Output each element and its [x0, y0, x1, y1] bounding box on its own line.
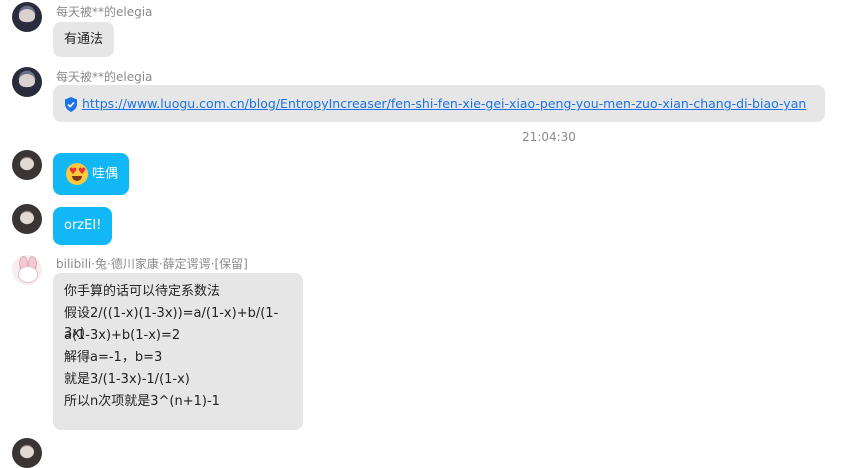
- blog-link[interactable]: https://www.luogu.com.cn/blog/EntropyInc…: [82, 96, 806, 111]
- message-bubble[interactable]: 有通法: [53, 22, 115, 57]
- message-line: a(1-3x)+b(1-x)=2: [64, 328, 181, 343]
- avatar-self[interactable]: [12, 204, 42, 234]
- sender-name: 每天被**的elegia: [56, 5, 153, 19]
- message-line: 所以n次项就是3^(n+1)-1: [64, 394, 220, 409]
- link-bubble[interactable]: https://www.luogu.com.cn/blog/EntropyInc…: [53, 85, 825, 122]
- timestamp: 21:04:30: [522, 130, 576, 144]
- message-text: orzEI!: [64, 218, 102, 233]
- message-bubble[interactable]: orzEI!: [53, 207, 113, 245]
- message-bubble[interactable]: 你手算的话可以待定系数法 假设2/((1-x)(1-3x))=a/(1-x)+b…: [53, 273, 303, 430]
- heart-eyes-emoji-icon: ♥ ♥: [66, 163, 88, 185]
- message-line: 就是3/(1-3x)-1/(1-x): [64, 372, 190, 387]
- avatar-elegia[interactable]: [12, 67, 42, 97]
- message-text: 有通法: [64, 32, 104, 47]
- message-line: 你手算的话可以待定系数法: [64, 284, 221, 299]
- message-line: 解得a=-1，b=3: [64, 350, 163, 365]
- avatar-bunny[interactable]: [12, 255, 42, 285]
- avatar-self[interactable]: [12, 150, 42, 180]
- shield-check-icon: [65, 97, 77, 112]
- message-line: 假设2/((1-x)(1-3x))=a/(1-x)+b/(1-3x): [64, 306, 279, 341]
- message-text: 哇偶: [92, 166, 119, 182]
- avatar-elegia[interactable]: [12, 2, 42, 32]
- sender-name: 每天被**的elegia: [56, 70, 153, 84]
- message-bubble[interactable]: ♥ ♥ 哇偶: [53, 153, 130, 195]
- sender-name: bilibili·兔·德川家康·薛定谔谔·[保留]: [56, 257, 248, 271]
